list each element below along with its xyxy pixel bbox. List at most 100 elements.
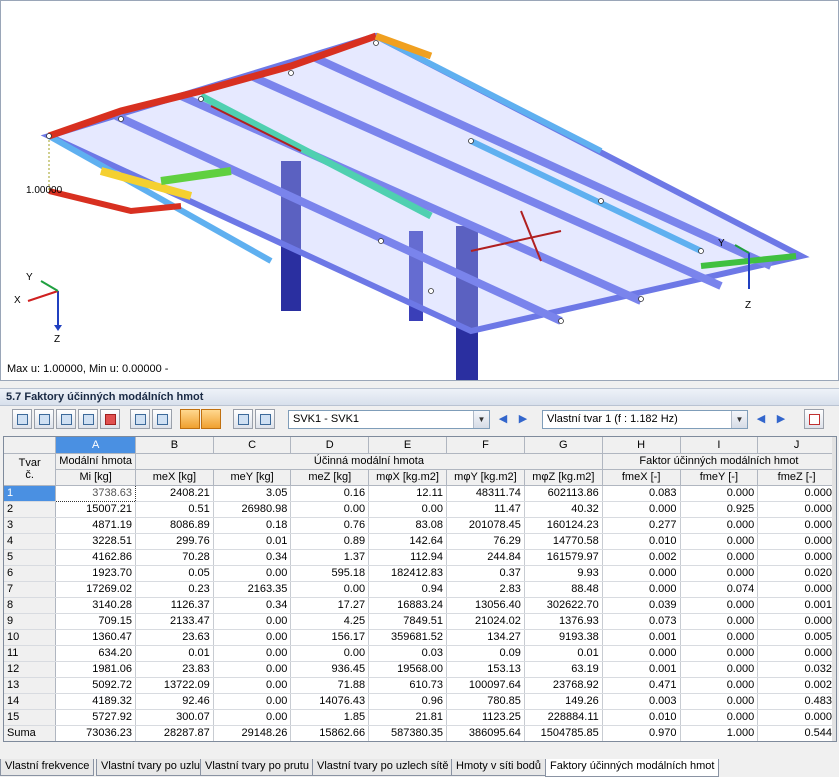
table-row[interactable]: 2 15007.21 0.51 26980.98 0.00 0.00 11.47 40.32 0… bbox=[4, 501, 836, 518]
row-number-cell[interactable]: 13 bbox=[4, 677, 57, 694]
table-cell[interactable]: 28287.87 bbox=[135, 724, 214, 741]
table-cell[interactable]: 0.032 bbox=[757, 661, 836, 678]
row-number-cell[interactable]: 7 bbox=[4, 581, 57, 598]
table-cell[interactable]: 0.970 bbox=[602, 724, 681, 741]
table-cell[interactable]: 0.277 bbox=[602, 517, 681, 534]
import-icon[interactable] bbox=[130, 409, 150, 429]
table-cell[interactable]: 2133.47 bbox=[135, 613, 214, 630]
table-cell[interactable]: 302622.70 bbox=[524, 597, 603, 614]
select-in-model-icon[interactable] bbox=[180, 409, 200, 429]
filter-icon[interactable] bbox=[78, 409, 98, 429]
table-cell[interactable]: 0.51 bbox=[135, 501, 214, 518]
table-cell[interactable]: 0.073 bbox=[602, 613, 681, 630]
table-cell[interactable]: 0.002 bbox=[602, 549, 681, 566]
table-cell[interactable]: 0.000 bbox=[680, 613, 759, 630]
table-cell[interactable]: 244.84 bbox=[446, 549, 525, 566]
table-cell[interactable]: 0.020 bbox=[757, 565, 836, 582]
table-cell[interactable]: 0.083 bbox=[602, 485, 681, 502]
table-cell[interactable]: 8086.89 bbox=[135, 517, 214, 534]
print-icon[interactable] bbox=[255, 409, 275, 429]
table-cell[interactable]: 0.000 bbox=[680, 517, 759, 534]
table-row[interactable]: 1 3738.63 2408.21 3.05 0.16 12.11 48311.74 6021… bbox=[4, 484, 836, 502]
table-cell[interactable]: 602113.86 bbox=[524, 485, 603, 502]
table-row[interactable]: 3 4871.19 8086.89 0.18 0.76 83.08 201078.45 160… bbox=[4, 517, 836, 534]
table-cell[interactable]: 3738.63 bbox=[55, 484, 137, 502]
tab-vlastni-tvary-po-prutu[interactable]: Vlastní tvary po prutu bbox=[200, 759, 314, 776]
table-cell[interactable]: 0.000 bbox=[602, 501, 681, 518]
table-cell[interactable]: 16883.24 bbox=[368, 597, 447, 614]
table-cell[interactable]: 0.05 bbox=[135, 565, 214, 582]
table-cell[interactable]: 83.08 bbox=[368, 517, 447, 534]
table-cell[interactable]: 0.000 bbox=[680, 533, 759, 550]
table-cell[interactable]: 0.000 bbox=[757, 501, 836, 518]
table-cell[interactable]: 2.83 bbox=[446, 581, 525, 598]
table-row[interactable]: 9 709.15 2133.47 0.00 4.25 7849.51 21024.02 137… bbox=[4, 613, 836, 630]
row-number-cell[interactable]: 6 bbox=[4, 565, 57, 582]
table-cell[interactable]: 73036.23 bbox=[55, 724, 137, 741]
table-cell[interactable]: 0.039 bbox=[602, 597, 681, 614]
table-cell[interactable]: 40.32 bbox=[524, 501, 603, 518]
export-icon[interactable] bbox=[152, 409, 172, 429]
column-header[interactable]: A bbox=[55, 437, 137, 454]
table-cell[interactable]: 3.05 bbox=[213, 485, 292, 502]
table-cell[interactable]: 4162.86 bbox=[55, 549, 137, 566]
table-cell[interactable]: 2408.21 bbox=[135, 485, 214, 502]
table-cell[interactable]: 0.03 bbox=[368, 645, 447, 662]
table-cell[interactable]: 936.45 bbox=[290, 661, 370, 678]
table-cell[interactable]: 0.37 bbox=[446, 565, 525, 582]
table-row[interactable]: 13 5092.72 13722.09 0.00 71.88 610.73 100097.6… bbox=[4, 677, 836, 694]
table-cell[interactable]: 228884.11 bbox=[524, 709, 603, 726]
table-cell[interactable]: 0.000 bbox=[757, 549, 836, 566]
previous-load-case-button[interactable]: ◀ bbox=[496, 412, 510, 426]
table-row[interactable]: 4 3228.51 299.76 0.01 0.89 142.64 76.29 14770.5… bbox=[4, 533, 836, 550]
table-cell[interactable]: 0.001 bbox=[602, 661, 681, 678]
tab-faktory-ucinnych-modalnich-hmot[interactable]: Faktory účinných modálních hmot bbox=[545, 759, 720, 777]
table-cell[interactable]: 100097.64 bbox=[446, 677, 525, 694]
table-cell[interactable]: 0.000 bbox=[680, 549, 759, 566]
table-cell[interactable]: 0.000 bbox=[757, 613, 836, 630]
table-cell[interactable]: 0.000 bbox=[602, 581, 681, 598]
table-row[interactable]: 12 1981.06 23.83 0.00 936.45 19568.00 153.13 63… bbox=[4, 661, 836, 678]
table-cell[interactable]: 300.07 bbox=[135, 709, 214, 726]
next-mode-button[interactable]: ▶ bbox=[774, 412, 788, 426]
table-cell[interactable]: 0.000 bbox=[680, 597, 759, 614]
table-cell[interactable]: 0.000 bbox=[757, 581, 836, 598]
corner-cell[interactable] bbox=[4, 437, 57, 454]
table-cell[interactable]: 15862.66 bbox=[290, 724, 370, 741]
table-cell[interactable]: 0.000 bbox=[757, 485, 836, 502]
row-number-cell[interactable]: 2 bbox=[4, 501, 57, 518]
table-cell[interactable]: 0.000 bbox=[602, 565, 681, 582]
model-viewport[interactable]: 1.00000 Y X Z Y Z Max u: 1.00000, Min u:… bbox=[0, 0, 839, 381]
table-cell[interactable]: 587380.35 bbox=[368, 724, 447, 741]
table-cell[interactable]: 71.88 bbox=[290, 677, 370, 694]
table-cell[interactable]: 149.26 bbox=[524, 693, 603, 710]
table-row[interactable]: 7 17269.02 0.23 2163.35 0.00 0.94 2.83 88.48 0.0… bbox=[4, 581, 836, 598]
table-cell[interactable]: 0.76 bbox=[290, 517, 370, 534]
insert-row-icon[interactable] bbox=[34, 409, 54, 429]
sort-down-icon[interactable] bbox=[56, 409, 76, 429]
table-cell[interactable]: 1923.70 bbox=[55, 565, 137, 582]
row-number-cell[interactable]: 3 bbox=[4, 517, 57, 534]
graph-icon[interactable] bbox=[804, 409, 824, 429]
export-excel-icon[interactable] bbox=[12, 409, 32, 429]
table-cell[interactable]: 0.000 bbox=[757, 533, 836, 550]
column-header[interactable]: B bbox=[135, 437, 214, 454]
table-cell[interactable]: 1123.25 bbox=[446, 709, 525, 726]
table-cell[interactable]: 1981.06 bbox=[55, 661, 137, 678]
table-cell[interactable]: 709.15 bbox=[55, 613, 137, 630]
table-cell[interactable]: 0.000 bbox=[757, 709, 836, 726]
table-cell[interactable]: 1.37 bbox=[290, 549, 370, 566]
table-cell[interactable]: 12.11 bbox=[368, 485, 447, 502]
row-number-cell[interactable]: 10 bbox=[4, 629, 57, 646]
row-number-cell[interactable]: 4 bbox=[4, 533, 57, 550]
table-cell[interactable]: 0.483 bbox=[757, 693, 836, 710]
table-cell[interactable]: 92.46 bbox=[135, 693, 214, 710]
table-cell[interactable]: 3140.28 bbox=[55, 597, 137, 614]
table-row[interactable]: 10 1360.47 23.63 0.00 156.17 359681.52 134.27 9… bbox=[4, 629, 836, 646]
table-cell[interactable]: 0.00 bbox=[213, 693, 292, 710]
table-cell[interactable]: 0.18 bbox=[213, 517, 292, 534]
tab-hmoty-v-siti-bodu[interactable]: Hmoty v síti bodů bbox=[451, 759, 546, 776]
table-cell[interactable]: 1.000 bbox=[680, 724, 759, 741]
table-cell[interactable]: 0.002 bbox=[757, 677, 836, 694]
table-cell[interactable]: 17.27 bbox=[290, 597, 370, 614]
